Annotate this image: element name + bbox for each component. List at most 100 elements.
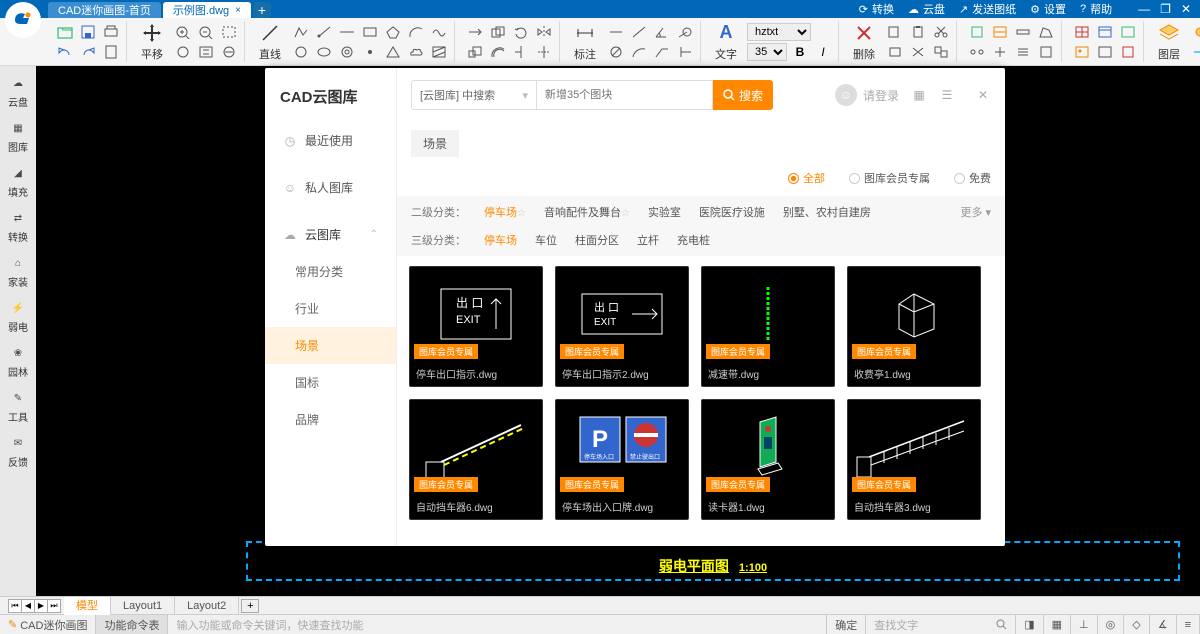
close-button[interactable]: ✕ bbox=[1179, 2, 1193, 16]
hatch-icon[interactable] bbox=[429, 43, 449, 61]
rect-icon[interactable] bbox=[360, 23, 380, 41]
print-icon[interactable] bbox=[101, 23, 121, 41]
dim-radius-icon[interactable] bbox=[675, 23, 695, 41]
menu-cloud[interactable]: ☁云图库⌃ bbox=[265, 216, 396, 253]
donut-icon[interactable] bbox=[337, 43, 357, 61]
first-page-icon[interactable]: ⏮ bbox=[8, 599, 22, 613]
menu-private[interactable]: ☺私人图库 bbox=[265, 169, 396, 206]
list-view-icon[interactable]: ☰ bbox=[939, 87, 955, 103]
sb-polar-icon[interactable]: ◎ bbox=[1098, 615, 1125, 634]
sb-confirm[interactable]: 确定 bbox=[827, 615, 866, 634]
fit-icon[interactable] bbox=[219, 43, 239, 61]
app-logo[interactable] bbox=[5, 2, 41, 38]
settings-link[interactable]: ⚙ 设置 bbox=[1028, 1, 1070, 17]
zoom-window-icon[interactable] bbox=[219, 23, 239, 41]
menu-recent[interactable]: ◷最近使用 bbox=[265, 122, 396, 159]
cat3-pole[interactable]: 立杆 bbox=[637, 232, 659, 248]
cat2-hospital[interactable]: 医院医疗设施 bbox=[699, 204, 765, 220]
card-item[interactable]: 出 口EXIT图库会员专属 停车出口指示2.dwg bbox=[555, 266, 689, 387]
filter-all[interactable]: 全部 bbox=[788, 170, 825, 186]
save-icon[interactable] bbox=[78, 23, 98, 41]
prev-page-icon[interactable]: ◀ bbox=[21, 599, 35, 613]
tab-layout2[interactable]: Layout2 bbox=[175, 597, 239, 615]
card-item[interactable]: 图库会员专属 收费亭1.dwg bbox=[847, 266, 981, 387]
menu-sub-common[interactable]: 常用分类 bbox=[265, 253, 396, 290]
cut-icon[interactable] bbox=[931, 23, 951, 41]
calc-icon[interactable] bbox=[1036, 43, 1056, 61]
more-link[interactable]: 更多 ▾ bbox=[960, 204, 991, 220]
text-button[interactable]: A文字 bbox=[711, 22, 741, 62]
dim-arc-icon[interactable] bbox=[629, 43, 649, 61]
table3-icon[interactable] bbox=[1118, 23, 1138, 41]
cat3-column[interactable]: 柱面分区 bbox=[575, 232, 619, 248]
copy-icon[interactable] bbox=[488, 23, 508, 41]
sidebar-gallery[interactable]: ▦图库 bbox=[0, 117, 36, 156]
size-select[interactable]: 350 bbox=[747, 43, 787, 61]
ray-icon[interactable] bbox=[314, 23, 334, 41]
menu-sub-brand[interactable]: 品牌 bbox=[265, 401, 396, 438]
sidebar-garden[interactable]: ❀园林 bbox=[0, 342, 36, 381]
zoom-extents-icon[interactable] bbox=[196, 43, 216, 61]
explode-icon[interactable] bbox=[908, 43, 928, 61]
sb-osnap-icon[interactable]: ◇ bbox=[1124, 615, 1149, 634]
arc-icon[interactable] bbox=[406, 23, 426, 41]
id-icon[interactable] bbox=[990, 43, 1010, 61]
filter-member[interactable]: 图库会员专属 bbox=[849, 170, 930, 186]
line-button[interactable]: 直线 bbox=[255, 22, 285, 62]
layer-on-icon[interactable] bbox=[1190, 23, 1200, 41]
grid-view-icon[interactable]: ▦ bbox=[911, 87, 927, 103]
dim-diameter-icon[interactable] bbox=[606, 43, 626, 61]
cat2-audio[interactable]: 音响配件及舞台☆ bbox=[544, 204, 630, 220]
match-icon[interactable] bbox=[990, 23, 1010, 41]
ellipse-icon[interactable] bbox=[314, 43, 334, 61]
scale-icon[interactable] bbox=[465, 43, 485, 61]
cat2-villa[interactable]: 别墅、农村自建房 bbox=[783, 204, 871, 220]
extend-icon[interactable] bbox=[534, 43, 554, 61]
props-icon[interactable] bbox=[967, 23, 987, 41]
open-icon[interactable] bbox=[55, 23, 75, 41]
layer-iso-icon[interactable] bbox=[1190, 43, 1200, 61]
dim-angular-icon[interactable] bbox=[652, 23, 672, 41]
copy-clip-icon[interactable] bbox=[885, 23, 905, 41]
zoom-in-icon[interactable] bbox=[173, 23, 193, 41]
image-icon[interactable] bbox=[1072, 43, 1092, 61]
cat2-parking[interactable]: 停车场☆ bbox=[484, 204, 526, 220]
mirror-icon[interactable] bbox=[534, 23, 554, 41]
spline-icon[interactable] bbox=[429, 23, 449, 41]
last-page-icon[interactable]: ⏭ bbox=[47, 599, 61, 613]
font-select[interactable]: hztxt bbox=[747, 23, 811, 41]
sb-ortho-icon[interactable]: ⊥ bbox=[1071, 615, 1098, 634]
italic-icon[interactable]: I bbox=[813, 43, 833, 61]
file-tab-home[interactable]: CAD迷你画图-首页 bbox=[48, 2, 161, 18]
list-icon[interactable] bbox=[1013, 43, 1033, 61]
undo-icon[interactable] bbox=[55, 43, 75, 61]
block-icon[interactable] bbox=[885, 43, 905, 61]
offset-icon[interactable] bbox=[488, 43, 508, 61]
polyline-icon[interactable] bbox=[291, 23, 311, 41]
sb-snap-icon[interactable]: ◨ bbox=[1016, 615, 1043, 634]
pdf-icon[interactable] bbox=[1118, 43, 1138, 61]
login-button[interactable]: ☺请登录 bbox=[835, 84, 899, 106]
cat3-spot[interactable]: 车位 bbox=[535, 232, 557, 248]
move-icon[interactable] bbox=[465, 23, 485, 41]
dim-aligned-icon[interactable] bbox=[629, 23, 649, 41]
menu-sub-standard[interactable]: 国标 bbox=[265, 364, 396, 401]
cat2-lab[interactable]: 实验室 bbox=[648, 204, 681, 220]
point-icon[interactable] bbox=[360, 43, 380, 61]
polygon-icon[interactable] bbox=[383, 23, 403, 41]
xline-icon[interactable] bbox=[337, 23, 357, 41]
dim-linear-icon[interactable] bbox=[606, 23, 626, 41]
sidebar-elec[interactable]: ⚡弱电 bbox=[0, 297, 36, 336]
trim-icon[interactable] bbox=[511, 43, 531, 61]
search-input[interactable] bbox=[537, 80, 713, 110]
pan-button[interactable]: 平移 bbox=[137, 22, 167, 62]
layer-button[interactable]: 图层 bbox=[1154, 22, 1184, 62]
dim-ord-icon[interactable] bbox=[675, 43, 695, 61]
card-item[interactable]: 图库会员专属 自动挡车器3.dwg bbox=[847, 399, 981, 520]
sidebar-home[interactable]: ⌂家装 bbox=[0, 252, 36, 291]
new-icon[interactable] bbox=[101, 43, 121, 61]
dimension-button[interactable]: 标注 bbox=[570, 22, 600, 62]
sidebar-convert[interactable]: ⇄转换 bbox=[0, 207, 36, 246]
next-page-icon[interactable]: ▶ bbox=[34, 599, 48, 613]
sidebar-cloud[interactable]: ☁云盘 bbox=[0, 72, 36, 111]
